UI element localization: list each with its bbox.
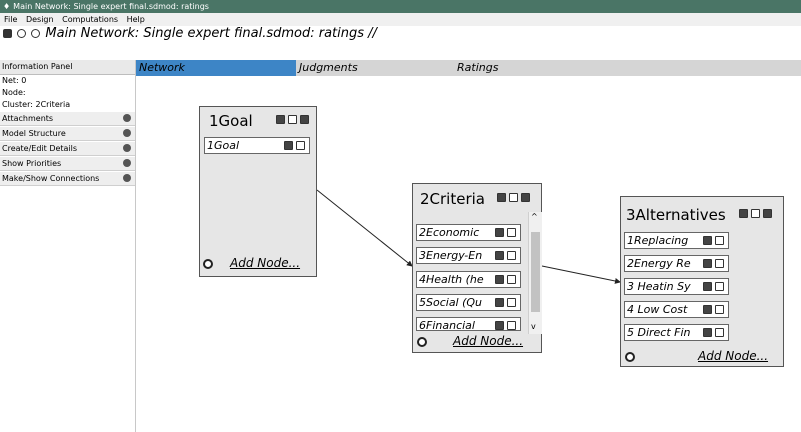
collapse-icon[interactable] <box>203 259 213 269</box>
node-3energy[interactable]: 3Energy-En <box>416 247 521 264</box>
node-label: 4Health (he <box>419 273 484 286</box>
node-4health[interactable]: 4Health (he <box>416 271 521 288</box>
node-label: 3 Heatin Sy <box>627 280 691 293</box>
edit-icon[interactable] <box>703 305 712 314</box>
delete-icon[interactable] <box>715 282 724 291</box>
edit-icon[interactable] <box>276 115 285 124</box>
scroll-down-icon[interactable]: v <box>531 322 536 331</box>
delete-icon[interactable] <box>507 228 516 237</box>
scroll-thumb[interactable] <box>531 232 540 312</box>
edit-icon[interactable] <box>284 141 293 150</box>
add-icon[interactable] <box>521 193 530 202</box>
scroll-up-icon[interactable]: ^ <box>531 212 538 221</box>
delete-icon[interactable] <box>507 251 516 260</box>
criteria-scrollbar[interactable]: ^ v <box>528 212 542 334</box>
edit-icon[interactable] <box>703 328 712 337</box>
delete-icon[interactable] <box>507 275 516 284</box>
add-node-link[interactable]: Add Node... <box>698 349 768 363</box>
delete-icon[interactable] <box>507 321 516 330</box>
add-node-link[interactable]: Add Node... <box>453 334 523 348</box>
node-label: 1Goal <box>207 139 240 152</box>
edit-icon[interactable] <box>703 282 712 291</box>
delete-icon[interactable] <box>715 236 724 245</box>
node-label: 1Replacing <box>627 234 689 247</box>
node-label: 2Economic <box>419 226 480 239</box>
collapse-icon[interactable] <box>625 352 635 362</box>
node-5social[interactable]: 5Social (Qu <box>416 294 521 311</box>
edit-icon[interactable] <box>703 236 712 245</box>
node-label: 6Financial <box>419 319 475 331</box>
cluster-goal[interactable]: 1Goal 1Goal Add Node... <box>199 106 317 277</box>
node-1goal[interactable]: 1Goal <box>204 137 310 154</box>
edit-icon[interactable] <box>739 209 748 218</box>
edit-icon[interactable] <box>495 275 504 284</box>
node-2economic[interactable]: 2Economic <box>416 224 521 241</box>
delete-icon[interactable] <box>509 193 518 202</box>
cluster-criteria[interactable]: 2Criteria 2Economic 3Energy-En 4Health (… <box>412 183 542 353</box>
node-label: 5Social (Qu <box>419 296 483 309</box>
collapse-icon[interactable] <box>417 337 427 347</box>
node-label: 3Energy-En <box>419 249 483 262</box>
edit-icon[interactable] <box>497 193 506 202</box>
node-2energy-re[interactable]: 2Energy Re <box>624 255 729 272</box>
add-node-link[interactable]: Add Node... <box>230 256 300 270</box>
delete-icon[interactable] <box>507 298 516 307</box>
cluster-title: 1Goal <box>209 112 253 130</box>
cluster-title: 2Criteria <box>420 190 485 208</box>
cluster-title: 3Alternatives <box>626 206 726 224</box>
delete-icon[interactable] <box>715 305 724 314</box>
edit-icon[interactable] <box>495 251 504 260</box>
node-4lowcost[interactable]: 4 Low Cost <box>624 301 729 318</box>
goal-to-criteria-arrow <box>316 189 413 267</box>
edit-icon[interactable] <box>703 259 712 268</box>
node-label: 5 Direct Fin <box>627 326 691 339</box>
edit-icon[interactable] <box>495 321 504 330</box>
node-label: 4 Low Cost <box>627 303 688 316</box>
node-6financial[interactable]: 6Financial <box>416 317 521 331</box>
criteria-to-alternatives-arrow <box>541 265 621 284</box>
cluster-alternatives[interactable]: 3Alternatives 1Replacing 2Energy Re 3 He… <box>620 196 784 367</box>
delete-icon[interactable] <box>296 141 305 150</box>
node-5directfin[interactable]: 5 Direct Fin <box>624 324 729 341</box>
delete-icon[interactable] <box>751 209 760 218</box>
node-label: 2Energy Re <box>627 257 691 270</box>
node-3heatin[interactable]: 3 Heatin Sy <box>624 278 729 295</box>
delete-icon[interactable] <box>288 115 297 124</box>
delete-icon[interactable] <box>715 259 724 268</box>
edit-icon[interactable] <box>495 228 504 237</box>
add-icon[interactable] <box>300 115 309 124</box>
delete-icon[interactable] <box>715 328 724 337</box>
edit-icon[interactable] <box>495 298 504 307</box>
add-icon[interactable] <box>763 209 772 218</box>
node-1replacing[interactable]: 1Replacing <box>624 232 729 249</box>
